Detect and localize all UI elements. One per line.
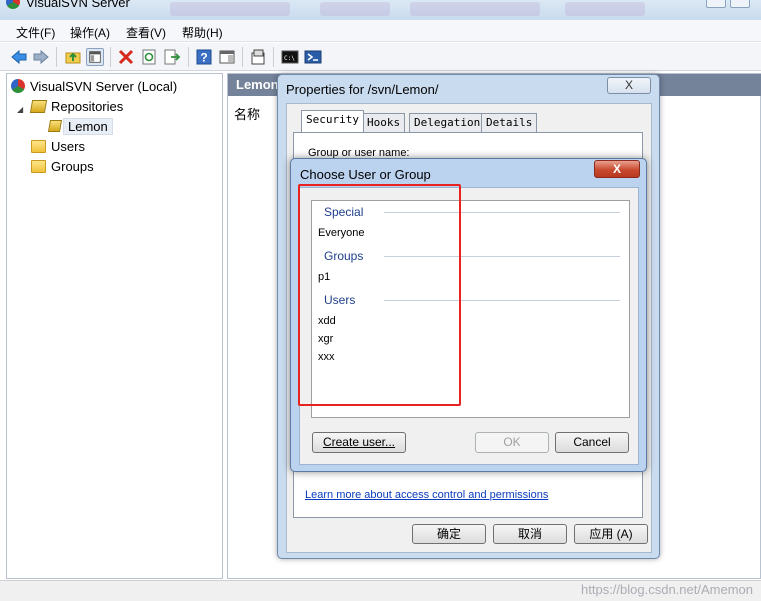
toolbar-separator bbox=[188, 47, 189, 67]
tab-delegation[interactable]: Delegation bbox=[409, 113, 486, 132]
blurred-tab bbox=[565, 2, 645, 16]
show-hide-tree-icon[interactable] bbox=[86, 48, 104, 66]
apply-button[interactable]: 应用 (A) bbox=[574, 524, 648, 544]
tab-security[interactable]: Security bbox=[301, 110, 364, 132]
properties-dialog-title: Properties for /svn/Lemon/ bbox=[286, 82, 439, 97]
delete-icon[interactable] bbox=[117, 48, 135, 66]
folder-icon bbox=[31, 159, 46, 173]
toolbar-separator bbox=[56, 47, 57, 67]
visualsvn-server-icon bbox=[11, 79, 25, 93]
visualsvn-logo-icon bbox=[6, 0, 20, 9]
menu-view[interactable]: 查看(V) bbox=[126, 24, 166, 41]
blurred-tab bbox=[320, 2, 390, 16]
tab-hooks[interactable]: Hooks bbox=[362, 113, 406, 132]
folder-icon bbox=[31, 139, 46, 153]
svg-text:?: ? bbox=[200, 51, 207, 65]
tree-item-label: Lemon bbox=[63, 117, 113, 135]
menu-bar: 文件(F) 操作(A) 查看(V) 帮助(H) bbox=[0, 20, 761, 42]
toolbar-separator bbox=[242, 47, 243, 67]
create-user-button[interactable]: Create user... bbox=[312, 432, 406, 453]
blurred-tab bbox=[410, 2, 540, 16]
section-divider bbox=[384, 300, 620, 301]
maximize-button[interactable] bbox=[730, 0, 750, 8]
tree-item-label: Repositories bbox=[51, 98, 124, 114]
tree-item-users[interactable]: Users bbox=[31, 137, 85, 155]
list-item-p1[interactable]: p1 bbox=[318, 271, 330, 283]
refresh-icon[interactable] bbox=[140, 48, 158, 66]
list-item-xgr[interactable]: xgr bbox=[318, 333, 333, 345]
repository-icon bbox=[47, 120, 63, 132]
tree-item-label: Users bbox=[51, 138, 85, 154]
list-item-xdd[interactable]: xdd bbox=[318, 315, 336, 327]
section-divider bbox=[384, 212, 620, 213]
menu-action[interactable]: 操作(A) bbox=[70, 24, 110, 41]
minimize-button[interactable] bbox=[706, 0, 726, 8]
status-bar: https://blog.csdn.net/Amemon bbox=[0, 580, 761, 601]
toolbar: ? C:\ bbox=[0, 43, 761, 71]
choose-dialog-title: Choose User or Group bbox=[300, 167, 431, 182]
console-tree: VisualSVN Server (Local) ◢ Repositories … bbox=[6, 73, 223, 579]
tree-item-repositories[interactable]: Repositories bbox=[29, 97, 124, 115]
expand-arrow-icon[interactable]: ◢ bbox=[17, 105, 23, 114]
cancel-button[interactable]: 取消 bbox=[493, 524, 567, 544]
toolbar-separator bbox=[273, 47, 274, 67]
properties-close-button[interactable]: X bbox=[607, 77, 651, 94]
toolbar-separator bbox=[110, 47, 111, 67]
tree-item-lemon[interactable]: Lemon bbox=[47, 117, 113, 135]
section-special-title: Special bbox=[324, 205, 364, 219]
watermark: https://blog.csdn.net/Amemon bbox=[581, 582, 753, 597]
ok-button[interactable]: OK bbox=[475, 432, 549, 453]
tree-item-label: Groups bbox=[51, 158, 94, 174]
tab-details[interactable]: Details bbox=[481, 113, 538, 132]
console-icon[interactable]: C:\ bbox=[281, 48, 299, 66]
choose-close-button[interactable]: X bbox=[594, 160, 640, 178]
list-item-everyone[interactable]: Everyone bbox=[318, 227, 364, 239]
menu-file[interactable]: 文件(F) bbox=[16, 24, 55, 41]
window-title: VisualSVN Server bbox=[26, 0, 130, 10]
properties-icon[interactable] bbox=[218, 48, 236, 66]
forward-icon[interactable] bbox=[32, 48, 50, 66]
export-icon[interactable] bbox=[163, 48, 181, 66]
section-divider bbox=[384, 256, 620, 257]
help-icon[interactable]: ? bbox=[195, 48, 213, 66]
blurred-tab bbox=[170, 2, 290, 16]
list-item-xxx[interactable]: xxx bbox=[318, 351, 335, 363]
settings-icon[interactable] bbox=[249, 48, 267, 66]
tree-item-server[interactable]: VisualSVN Server (Local) bbox=[11, 77, 177, 95]
back-icon[interactable] bbox=[10, 48, 28, 66]
choose-dialog-body: Special Everyone Groups p1 Users xdd xgr… bbox=[299, 187, 639, 465]
tree-item-label: VisualSVN Server (Local) bbox=[30, 78, 178, 94]
column-header-name[interactable]: 名称 bbox=[234, 104, 260, 123]
powershell-icon[interactable] bbox=[304, 48, 322, 66]
tree-item-groups[interactable]: Groups bbox=[31, 157, 94, 175]
section-groups-title: Groups bbox=[324, 249, 364, 263]
window-titlebar: VisualSVN Server bbox=[0, 0, 761, 20]
section-users-title: Users bbox=[324, 293, 356, 307]
cancel-button[interactable]: Cancel bbox=[555, 432, 629, 453]
up-folder-icon[interactable] bbox=[64, 48, 82, 66]
choose-user-dialog: Choose User or Group X Special Everyone … bbox=[290, 158, 647, 472]
learn-more-link[interactable]: Learn more about access control and perm… bbox=[305, 489, 548, 501]
menu-help[interactable]: 帮助(H) bbox=[182, 24, 223, 41]
repositories-icon bbox=[29, 99, 48, 113]
user-group-list: Special Everyone Groups p1 Users xdd xgr… bbox=[311, 200, 630, 418]
ok-button[interactable]: 确定 bbox=[412, 524, 486, 544]
svg-text:C:\: C:\ bbox=[284, 55, 295, 62]
